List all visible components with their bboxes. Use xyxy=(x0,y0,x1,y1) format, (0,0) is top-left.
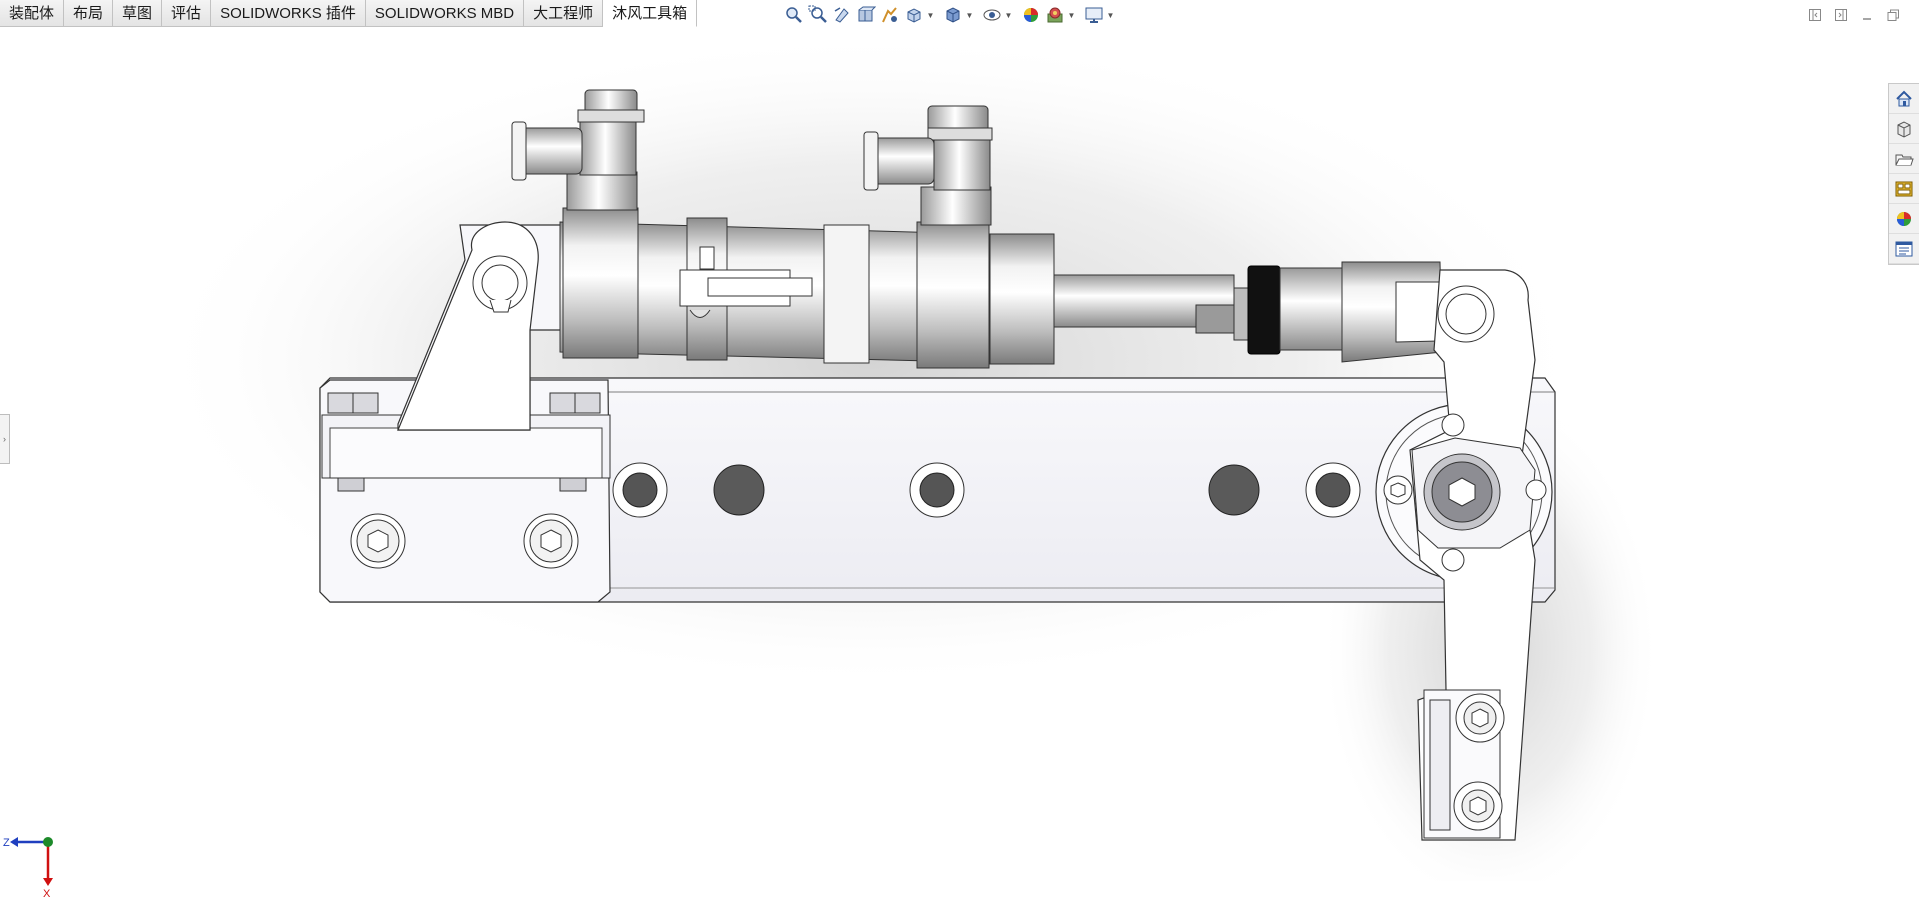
view-orientation-icon[interactable] xyxy=(902,3,926,27)
view-settings-icon[interactable] xyxy=(1082,3,1106,27)
section-view-icon[interactable] xyxy=(854,3,878,27)
z-axis-head xyxy=(10,837,18,847)
heads-up-view-toolbar: ▼ ▼ ▼ ▼ ▼ xyxy=(782,3,1121,27)
graphics-area[interactable]: Z X xyxy=(0,28,1919,898)
x-axis-head xyxy=(43,878,53,886)
minimize-icon[interactable] xyxy=(1857,5,1877,25)
tile-left-icon[interactable] xyxy=(1805,5,1825,25)
reference-triad: Z X xyxy=(3,837,53,898)
zoom-area-icon[interactable] xyxy=(806,3,830,27)
display-style-icon[interactable] xyxy=(941,3,965,27)
command-manager-tabs: 装配体 布局 草图 评估 SOLIDWORKS 插件 SOLIDWORKS MB… xyxy=(0,0,698,28)
triad-label-z: Z xyxy=(3,837,10,849)
hide-show-icon[interactable] xyxy=(980,3,1004,27)
triad-origin xyxy=(43,837,53,847)
tile-right-icon[interactable] xyxy=(1831,5,1851,25)
display-style-dropdown-icon[interactable]: ▼ xyxy=(965,3,974,27)
tab-layout[interactable]: 布局 xyxy=(64,0,114,27)
tab-sketch[interactable]: 草图 xyxy=(113,0,163,27)
document-window-controls xyxy=(1805,5,1903,25)
tab-solidworks-addins[interactable]: SOLIDWORKS 插件 xyxy=(211,0,366,27)
tab-evaluate[interactable]: 评估 xyxy=(162,0,212,27)
tab-big-engineer[interactable]: 大工程师 xyxy=(524,0,604,27)
tab-assembly[interactable]: 装配体 xyxy=(0,0,65,27)
tab-mufeng-toolbox[interactable]: 沐风工具箱 xyxy=(603,0,698,27)
hide-show-dropdown-icon[interactable]: ▼ xyxy=(1004,3,1013,27)
apply-scene-dropdown-icon[interactable]: ▼ xyxy=(1067,3,1076,27)
dynamic-annotation-icon[interactable] xyxy=(878,3,902,27)
previous-view-icon[interactable] xyxy=(830,3,854,27)
view-settings-dropdown-icon[interactable]: ▼ xyxy=(1106,3,1115,27)
edit-appearance-icon[interactable] xyxy=(1019,3,1043,27)
view-orientation-dropdown-icon[interactable]: ▼ xyxy=(926,3,935,27)
zoom-to-fit-icon[interactable] xyxy=(782,3,806,27)
tab-solidworks-mbd[interactable]: SOLIDWORKS MBD xyxy=(365,0,525,27)
restore-icon[interactable] xyxy=(1883,5,1903,25)
apply-scene-icon[interactable] xyxy=(1043,3,1067,27)
assembly-model-view[interactable] xyxy=(0,28,1919,898)
triad-label-x: X xyxy=(43,888,51,898)
